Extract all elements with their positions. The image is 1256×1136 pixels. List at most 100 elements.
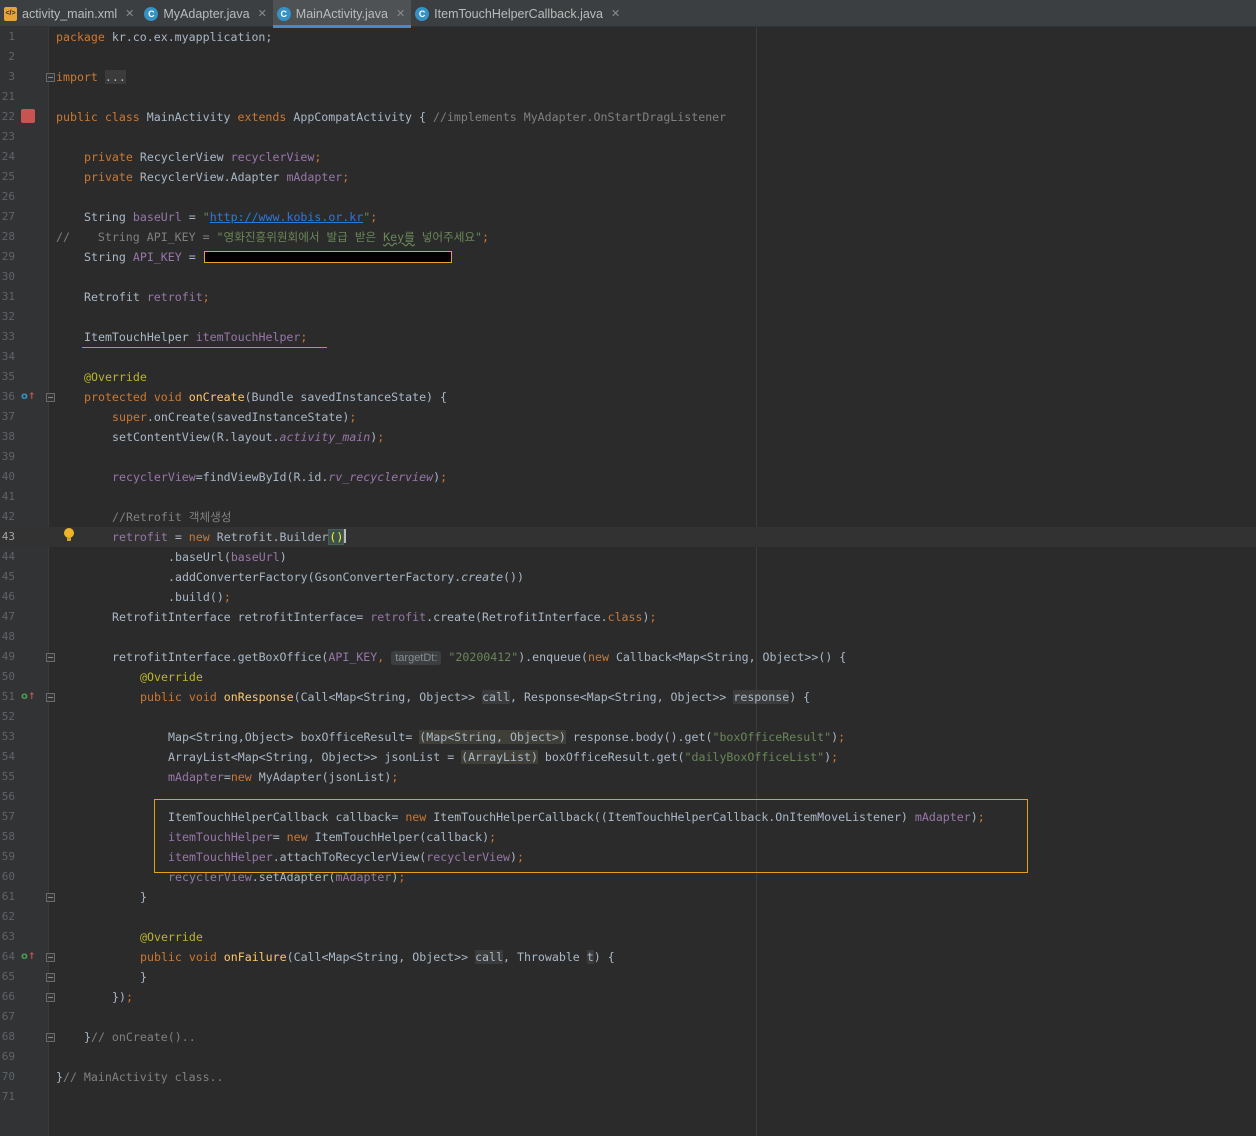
line-number: 33 bbox=[1, 330, 15, 343]
code-line[interactable]: 71 bbox=[0, 1087, 1256, 1107]
close-icon[interactable]: ✕ bbox=[396, 7, 405, 20]
lightbulb-icon[interactable] bbox=[64, 528, 74, 541]
code-line[interactable]: 25 private RecyclerView.Adapter mAdapter… bbox=[0, 167, 1256, 187]
code-line[interactable]: 35 @Override bbox=[0, 367, 1256, 387]
code-line[interactable]: 3 import ... bbox=[0, 67, 1256, 87]
fold-toggle-icon[interactable] bbox=[46, 973, 55, 982]
code-text: setContentView(R.layout.activity_main); bbox=[112, 430, 385, 444]
code-line[interactable]: 44 .baseUrl(baseUrl) bbox=[0, 547, 1256, 567]
code-line[interactable]: 52 bbox=[0, 707, 1256, 727]
close-icon[interactable]: ✕ bbox=[611, 7, 620, 20]
code-text: protected void onCreate(Bundle savedInst… bbox=[84, 390, 447, 404]
fold-toggle-icon[interactable] bbox=[46, 1033, 55, 1042]
fold-toggle-icon[interactable] bbox=[46, 653, 55, 662]
code-line[interactable]: 24 private RecyclerView recyclerView; bbox=[0, 147, 1256, 167]
line-number: 39 bbox=[1, 450, 15, 463]
tab-activity-main-xml[interactable]: </> activity_main.xml ✕ bbox=[0, 0, 140, 27]
code-line[interactable]: 64 o↑ public void onFailure(Call<Map<Str… bbox=[0, 947, 1256, 967]
line-number: 71 bbox=[1, 1090, 15, 1103]
line-number: 61 bbox=[1, 890, 15, 903]
code-text: recyclerView=findViewById(R.id.rv_recycl… bbox=[112, 470, 448, 484]
line-number: 1 bbox=[8, 30, 15, 43]
line-number: 34 bbox=[1, 350, 15, 363]
code-line[interactable]: 34 bbox=[0, 347, 1256, 367]
code-line[interactable]: 37 super.onCreate(savedInstanceState); bbox=[0, 407, 1256, 427]
code-line[interactable]: 49 retrofitInterface.getBoxOffice(API_KE… bbox=[0, 647, 1256, 667]
line-number: 24 bbox=[1, 150, 15, 163]
fold-toggle-icon[interactable] bbox=[46, 73, 55, 82]
code-line[interactable]: 48 bbox=[0, 627, 1256, 647]
line-number: 50 bbox=[1, 670, 15, 683]
overrides-method-icon[interactable]: o↑ bbox=[21, 391, 35, 403]
code-line[interactable]: 70 }// MainActivity class.. bbox=[0, 1067, 1256, 1087]
code-line[interactable]: 40 recyclerView=findViewById(R.id.rv_rec… bbox=[0, 467, 1256, 487]
code-text: }); bbox=[112, 990, 133, 1004]
url-link[interactable]: http://www.kobis.or.kr bbox=[210, 210, 364, 224]
code-line[interactable]: 23 bbox=[0, 127, 1256, 147]
code-line[interactable]: 2 bbox=[0, 47, 1256, 67]
code-line[interactable]: 22 public class MainActivity extends App… bbox=[0, 107, 1256, 127]
fold-toggle-icon[interactable] bbox=[46, 893, 55, 902]
code-line[interactable]: 32 bbox=[0, 307, 1256, 327]
implements-method-icon[interactable]: o↑ bbox=[21, 691, 35, 703]
code-line[interactable]: 36 o↑ protected void onCreate(Bundle sav… bbox=[0, 387, 1256, 407]
current-code-line[interactable]: 43 retrofit = new Retrofit.Builder() bbox=[0, 527, 1256, 547]
code-editor[interactable]: 1 package kr.co.ex.myapplication; 2 3 im… bbox=[0, 27, 1256, 1136]
code-text: retrofit = new Retrofit.Builder() bbox=[112, 529, 347, 545]
implements-method-icon[interactable]: o↑ bbox=[21, 951, 35, 963]
line-number: 69 bbox=[1, 1050, 15, 1063]
code-line[interactable]: 68 }// onCreate().. bbox=[0, 1027, 1256, 1047]
code-line[interactable]: 30 bbox=[0, 267, 1256, 287]
code-line[interactable]: 33 ItemTouchHelper itemTouchHelper; bbox=[0, 327, 1256, 347]
code-line[interactable]: 45 .addConverterFactory(GsonConverterFac… bbox=[0, 567, 1256, 587]
code-line[interactable]: 31 Retrofit retrofit; bbox=[0, 287, 1256, 307]
code-line[interactable]: 27 String baseUrl = "http://www.kobis.or… bbox=[0, 207, 1256, 227]
code-text: ItemTouchHelper itemTouchHelper; bbox=[84, 330, 308, 344]
code-line[interactable]: 66 }); bbox=[0, 987, 1256, 1007]
line-number: 26 bbox=[1, 190, 15, 203]
code-line[interactable]: 63 @Override bbox=[0, 927, 1256, 947]
code-line[interactable]: 54 ArrayList<Map<String, Object>> jsonLi… bbox=[0, 747, 1256, 767]
code-line[interactable]: 62 bbox=[0, 907, 1256, 927]
close-icon[interactable]: ✕ bbox=[258, 7, 267, 20]
fold-toggle-icon[interactable] bbox=[46, 993, 55, 1002]
line-number: 37 bbox=[1, 410, 15, 423]
tab-mainactivity-java[interactable]: C MainActivity.java ✕ bbox=[272, 0, 412, 28]
code-line[interactable]: 51 o↑ public void onResponse(Call<Map<St… bbox=[0, 687, 1256, 707]
code-line[interactable]: 38 setContentView(R.layout.activity_main… bbox=[0, 427, 1256, 447]
code-line[interactable]: 61 } bbox=[0, 887, 1256, 907]
fold-toggle-icon[interactable] bbox=[46, 693, 55, 702]
code-line[interactable]: 65 } bbox=[0, 967, 1256, 987]
code-line[interactable]: 69 bbox=[0, 1047, 1256, 1067]
line-number: 29 bbox=[1, 250, 15, 263]
code-line[interactable]: 1 package kr.co.ex.myapplication; bbox=[0, 27, 1256, 47]
code-line[interactable]: 50 @Override bbox=[0, 667, 1256, 687]
code-line[interactable]: 21 bbox=[0, 87, 1256, 107]
code-line[interactable]: 28 // String API_KEY = "영화진흥위원회에서 발급 받은 … bbox=[0, 227, 1256, 247]
code-text: .addConverterFactory(GsonConverterFactor… bbox=[168, 570, 525, 584]
java-class-icon: C bbox=[415, 6, 430, 21]
editor-tab-bar: </> activity_main.xml ✕ C MyAdapter.java… bbox=[0, 0, 1256, 28]
code-line[interactable]: 42 //Retrofit 객체생성 bbox=[0, 507, 1256, 527]
close-icon[interactable]: ✕ bbox=[125, 7, 134, 20]
code-line[interactable]: 41 bbox=[0, 487, 1256, 507]
code-line[interactable]: 26 bbox=[0, 187, 1256, 207]
code-line[interactable]: 53 Map<String,Object> boxOfficeResult= (… bbox=[0, 727, 1256, 747]
tab-myadapter-java[interactable]: C MyAdapter.java ✕ bbox=[140, 0, 272, 27]
activity-class-icon[interactable] bbox=[21, 109, 35, 123]
code-text: mAdapter=new MyAdapter(jsonList); bbox=[168, 770, 399, 784]
code-line[interactable]: 39 bbox=[0, 447, 1256, 467]
line-number: 54 bbox=[1, 750, 15, 763]
code-line[interactable]: 67 bbox=[0, 1007, 1256, 1027]
fold-toggle-icon[interactable] bbox=[46, 393, 55, 402]
redacted-api-key bbox=[204, 251, 452, 263]
folded-imports[interactable]: ... bbox=[104, 70, 126, 84]
tab-itemtouchhelpercallback-java[interactable]: C ItemTouchHelperCallback.java ✕ bbox=[411, 0, 626, 27]
code-line[interactable]: 29 String API_KEY = bbox=[0, 247, 1256, 267]
line-number: 70 bbox=[1, 1070, 15, 1083]
xml-file-icon: </> bbox=[4, 6, 17, 21]
code-line[interactable]: 46 .build(); bbox=[0, 587, 1256, 607]
code-line[interactable]: 55 mAdapter=new MyAdapter(jsonList); bbox=[0, 767, 1256, 787]
fold-toggle-icon[interactable] bbox=[46, 953, 55, 962]
code-line[interactable]: 47 RetrofitInterface retrofitInterface= … bbox=[0, 607, 1256, 627]
